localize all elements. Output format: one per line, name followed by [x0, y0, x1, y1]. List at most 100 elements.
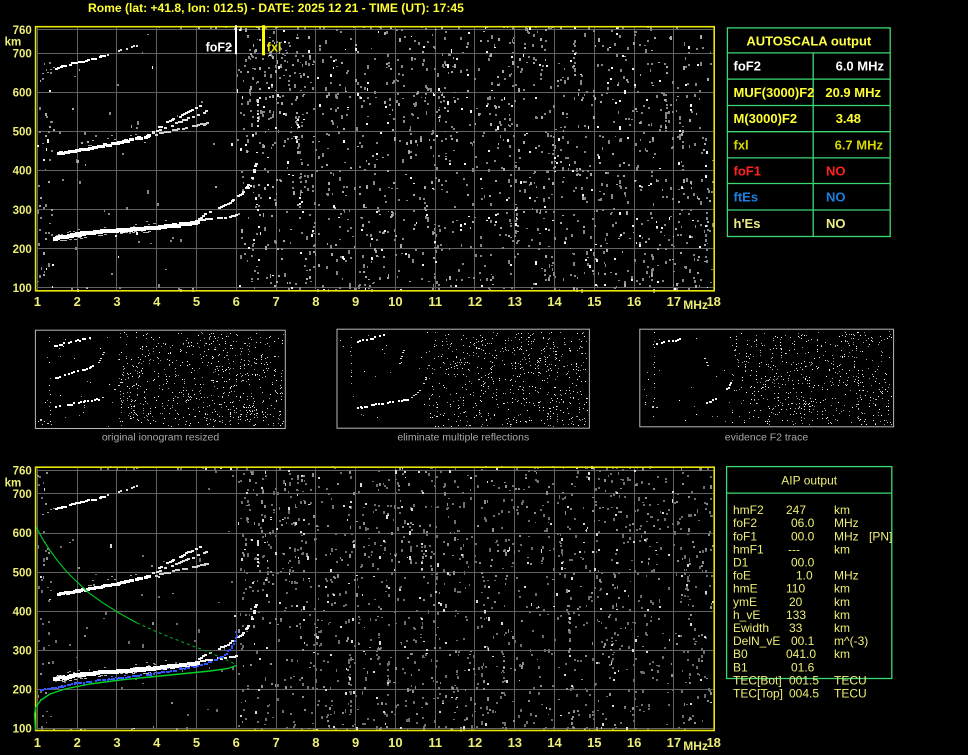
svg-text:6: 6 [233, 294, 240, 309]
svg-text:11: 11 [428, 294, 442, 309]
svg-text:[PN]: [PN] [869, 529, 892, 543]
svg-text:km: km [834, 608, 850, 622]
svg-text:100: 100 [13, 724, 32, 736]
svg-text:TEC[Top]: TEC[Top] [733, 687, 783, 701]
svg-text:8: 8 [312, 735, 319, 750]
svg-text:13: 13 [508, 735, 522, 750]
svg-text:00.1: 00.1 [791, 634, 815, 648]
svg-text:Rome (lat: +41.8, lon: 012.5): Rome (lat: +41.8, lon: 012.5) - DATE: 20… [88, 1, 464, 15]
svg-text:10: 10 [388, 735, 402, 750]
svg-text:MHz: MHz [834, 569, 859, 583]
svg-text:17: 17 [667, 294, 681, 309]
svg-text:14: 14 [547, 294, 562, 309]
svg-text:original ionogram resized: original ionogram resized [102, 432, 219, 444]
svg-text:13: 13 [508, 294, 522, 309]
svg-text:16: 16 [627, 294, 641, 309]
svg-text:110: 110 [786, 582, 805, 596]
svg-text:7: 7 [272, 735, 279, 750]
svg-text:3: 3 [113, 735, 120, 750]
svg-text:ymE: ymE [733, 595, 757, 609]
svg-text:200: 200 [13, 244, 32, 256]
svg-text:00.0: 00.0 [791, 529, 815, 543]
svg-text:20: 20 [789, 595, 803, 609]
svg-text:km: km [834, 542, 850, 556]
svg-text:8: 8 [312, 294, 319, 309]
svg-text:D1: D1 [733, 556, 749, 570]
svg-text:h_vE: h_vE [733, 608, 760, 622]
svg-text:15: 15 [587, 294, 601, 309]
svg-text:20.9 MHz: 20.9 MHz [825, 85, 881, 100]
svg-text:06.0: 06.0 [791, 516, 815, 530]
svg-text:B0: B0 [733, 647, 748, 661]
svg-text:MHz: MHz [834, 516, 859, 530]
svg-text:5: 5 [193, 735, 200, 750]
svg-text:km: km [5, 37, 22, 49]
svg-text:km: km [834, 503, 850, 517]
svg-text:9: 9 [352, 294, 359, 309]
svg-text:041.0: 041.0 [786, 647, 816, 661]
svg-text:foF1: foF1 [734, 163, 761, 178]
svg-text:MUF(3000)F2: MUF(3000)F2 [734, 85, 815, 100]
svg-text:600: 600 [13, 88, 32, 100]
svg-text:001.5: 001.5 [789, 673, 819, 687]
svg-text:01.6: 01.6 [791, 660, 815, 674]
svg-text:fxl: fxl [267, 41, 282, 55]
svg-text:18: 18 [706, 735, 720, 750]
svg-text:10: 10 [388, 294, 402, 309]
svg-text:MHz: MHz [683, 298, 708, 312]
svg-text:400: 400 [13, 166, 32, 178]
svg-text:500: 500 [13, 127, 32, 139]
svg-text:foE: foE [733, 569, 751, 583]
svg-text:760: 760 [13, 25, 32, 37]
svg-text:004.5: 004.5 [789, 687, 819, 701]
svg-text:18: 18 [706, 294, 720, 309]
svg-text:7: 7 [272, 294, 279, 309]
svg-text:---: --- [788, 542, 800, 556]
svg-text:2: 2 [74, 294, 81, 309]
svg-text:1.0: 1.0 [796, 569, 813, 583]
svg-text:foF2: foF2 [734, 59, 761, 74]
svg-text:h'Es: h'Es [734, 216, 761, 231]
svg-text:300: 300 [13, 205, 32, 217]
svg-text:fxl: fxl [734, 137, 749, 152]
svg-text:NO: NO [826, 189, 846, 204]
svg-text:MHz: MHz [683, 739, 708, 753]
svg-text:km: km [5, 477, 22, 489]
svg-text:km: km [834, 582, 850, 596]
svg-text:700: 700 [13, 489, 32, 501]
svg-text:17: 17 [667, 735, 681, 750]
svg-text:9: 9 [352, 735, 359, 750]
svg-text:1: 1 [34, 735, 41, 750]
svg-text:15: 15 [587, 735, 601, 750]
svg-text:300: 300 [13, 646, 32, 658]
svg-text:hmF2: hmF2 [733, 503, 764, 517]
svg-text:DelN_vE: DelN_vE [733, 634, 780, 648]
svg-text:TECU: TECU [834, 687, 867, 701]
svg-text:km: km [834, 595, 850, 609]
svg-text:00.0: 00.0 [791, 556, 815, 570]
svg-text:B1: B1 [733, 660, 748, 674]
svg-text:evidence F2 trace: evidence F2 trace [725, 432, 809, 444]
svg-text:TEC[Bot]: TEC[Bot] [733, 673, 782, 687]
svg-text:TECU: TECU [834, 673, 867, 687]
svg-text:NO: NO [826, 216, 846, 231]
svg-text:MHz: MHz [834, 529, 859, 543]
svg-text:foF2: foF2 [733, 516, 757, 530]
svg-text:eliminate multiple reflections: eliminate multiple reflections [397, 432, 529, 444]
svg-text:500: 500 [13, 567, 32, 579]
svg-text:1: 1 [34, 294, 41, 309]
svg-text:16: 16 [627, 735, 641, 750]
svg-text:AUTOSCALA output: AUTOSCALA output [746, 34, 872, 49]
svg-text:4: 4 [153, 294, 161, 309]
svg-text:11: 11 [428, 735, 442, 750]
svg-text:NO: NO [826, 163, 846, 178]
svg-text:m^(-3): m^(-3) [834, 634, 868, 648]
svg-text:600: 600 [13, 528, 32, 540]
svg-text:6: 6 [233, 735, 240, 750]
svg-text:12: 12 [468, 294, 482, 309]
svg-text:247: 247 [786, 503, 806, 517]
svg-text:100: 100 [13, 283, 32, 295]
svg-text:12: 12 [468, 735, 482, 750]
svg-text:km: km [834, 621, 850, 635]
svg-text:2: 2 [74, 735, 81, 750]
